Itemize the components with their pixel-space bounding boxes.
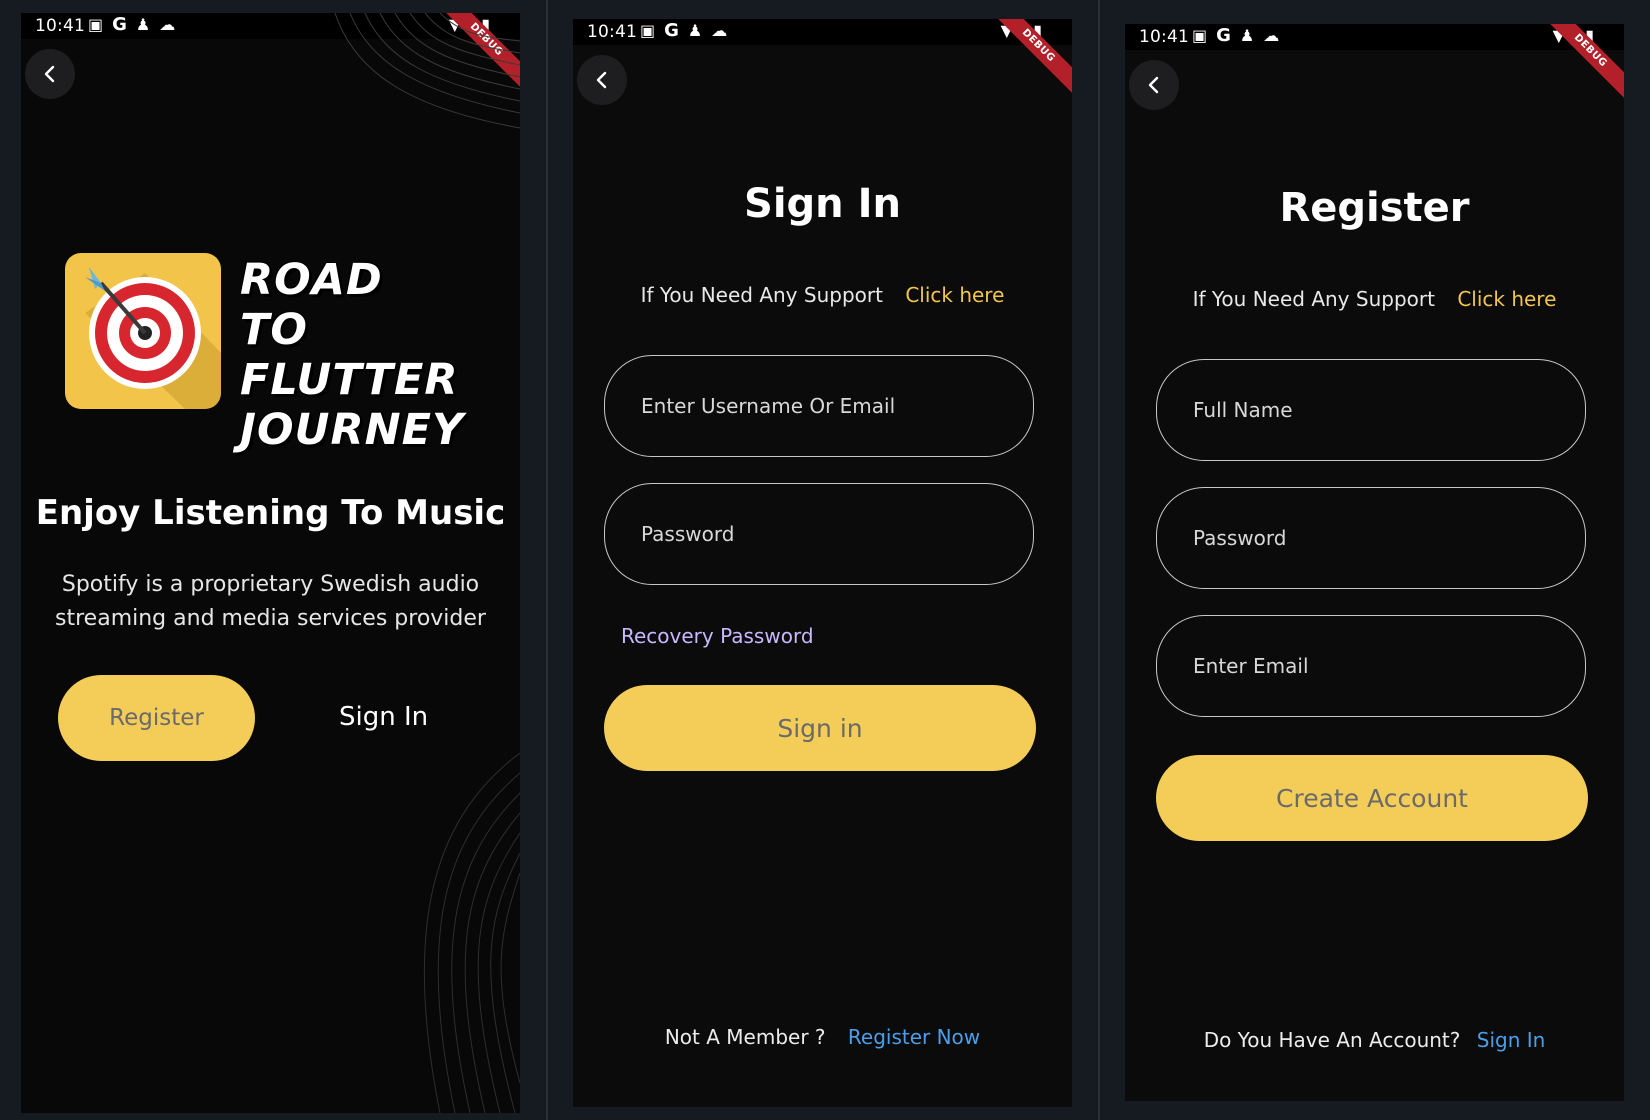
signin-link[interactable]: Sign In	[1477, 1028, 1546, 1052]
register-prompt: Not A Member ? Register Now	[573, 1025, 1072, 1049]
chevron-left-icon	[44, 65, 55, 83]
app-logo	[65, 253, 221, 409]
register-prompt-text: Not A Member ?	[664, 1025, 826, 1049]
full-name-input[interactable]: Full Name	[1156, 359, 1586, 461]
support-link[interactable]: Click here	[905, 283, 1004, 307]
chevron-left-icon	[1148, 76, 1159, 94]
password-input[interactable]: Password	[604, 483, 1034, 585]
cloud-icon: ☁	[1263, 26, 1280, 45]
screen-divider	[1098, 0, 1100, 1120]
status-bar: 10:41 ▣ G ♟ ☁ ▼ ◢ ▮	[573, 19, 1072, 45]
signin-screen: 10:41 ▣ G ♟ ☁ ▼ ◢ ▮ DEBUG Sign In If You…	[573, 19, 1072, 1107]
create-account-button-label: Create Account	[1276, 783, 1468, 813]
back-button[interactable]	[25, 49, 75, 99]
register-button-label: Register	[109, 705, 204, 731]
keyhole-icon: ♟	[687, 21, 703, 40]
page-title: Sign In	[744, 181, 901, 227]
wave-decoration-bottom	[423, 753, 520, 1113]
target-icon	[85, 267, 221, 409]
username-input[interactable]: Enter Username Or Email	[604, 355, 1034, 457]
back-button[interactable]	[1129, 60, 1179, 110]
status-bar: 10:41 ▣ G ♟ ☁ ▼ ◢ ▮	[1125, 24, 1624, 50]
register-now-link[interactable]: Register Now	[848, 1025, 980, 1049]
message-icon: ▣	[1192, 26, 1208, 45]
signin-button-label: Sign in	[777, 713, 863, 743]
notification-icons: ▣ G ♟ ☁	[1192, 26, 1279, 46]
email-input[interactable]: Enter Email	[1156, 615, 1586, 717]
status-time: 10:41	[587, 22, 637, 42]
cloud-icon: ☁	[711, 21, 728, 40]
cloud-icon: ☁	[159, 15, 176, 34]
keyhole-icon: ♟	[1239, 26, 1255, 45]
status-time: 10:41	[35, 16, 85, 36]
google-icon: G	[112, 14, 127, 35]
password-input[interactable]: Password	[1156, 487, 1586, 589]
signin-prompt: Do You Have An Account? Sign In	[1125, 1028, 1624, 1052]
register-button[interactable]: Register	[58, 675, 255, 761]
google-icon: G	[664, 20, 679, 41]
status-bar: 10:41 ▣ G ♟ ☁ ▼ ◢ ▮	[21, 13, 520, 39]
signin-button[interactable]: Sign in	[604, 685, 1036, 771]
register-screen: 10:41 ▣ G ♟ ☁ ▼ ◢ ▮ DEBUG Register If Yo…	[1125, 24, 1624, 1101]
status-time: 10:41	[1139, 27, 1189, 47]
support-line: If You Need Any Support Click here	[1125, 287, 1624, 311]
google-icon: G	[1216, 25, 1231, 46]
recovery-password-link[interactable]: Recovery Password	[621, 624, 814, 648]
signin-prompt-text: Do You Have An Account?	[1203, 1028, 1461, 1052]
chevron-left-icon	[596, 71, 607, 89]
support-text: If You Need Any Support	[640, 283, 883, 307]
keyhole-icon: ♟	[135, 15, 151, 34]
back-button[interactable]	[577, 55, 627, 105]
support-line: If You Need Any Support Click here	[573, 283, 1072, 307]
support-text: If You Need Any Support	[1192, 287, 1435, 311]
page-title: Register	[1279, 185, 1470, 231]
screen-divider	[546, 0, 548, 1120]
welcome-screen: 10:41 ▣ G ♟ ☁ ▼ ◢ ▮ DEBUG	[21, 13, 520, 1113]
message-icon: ▣	[88, 15, 104, 34]
support-link[interactable]: Click here	[1457, 287, 1556, 311]
message-icon: ▣	[640, 21, 656, 40]
logo-wordmark: ROAD TO FLUTTER JOURNEY	[240, 255, 465, 455]
notification-icons: ▣ G ♟ ☁	[88, 15, 175, 35]
signin-link[interactable]: Sign In	[339, 702, 428, 732]
notification-icons: ▣ G ♟ ☁	[640, 21, 727, 41]
welcome-headline: Enjoy Listening To Music	[35, 493, 506, 533]
welcome-tagline: Spotify is a proprietary Swedish audio s…	[55, 572, 486, 631]
create-account-button[interactable]: Create Account	[1156, 755, 1588, 841]
